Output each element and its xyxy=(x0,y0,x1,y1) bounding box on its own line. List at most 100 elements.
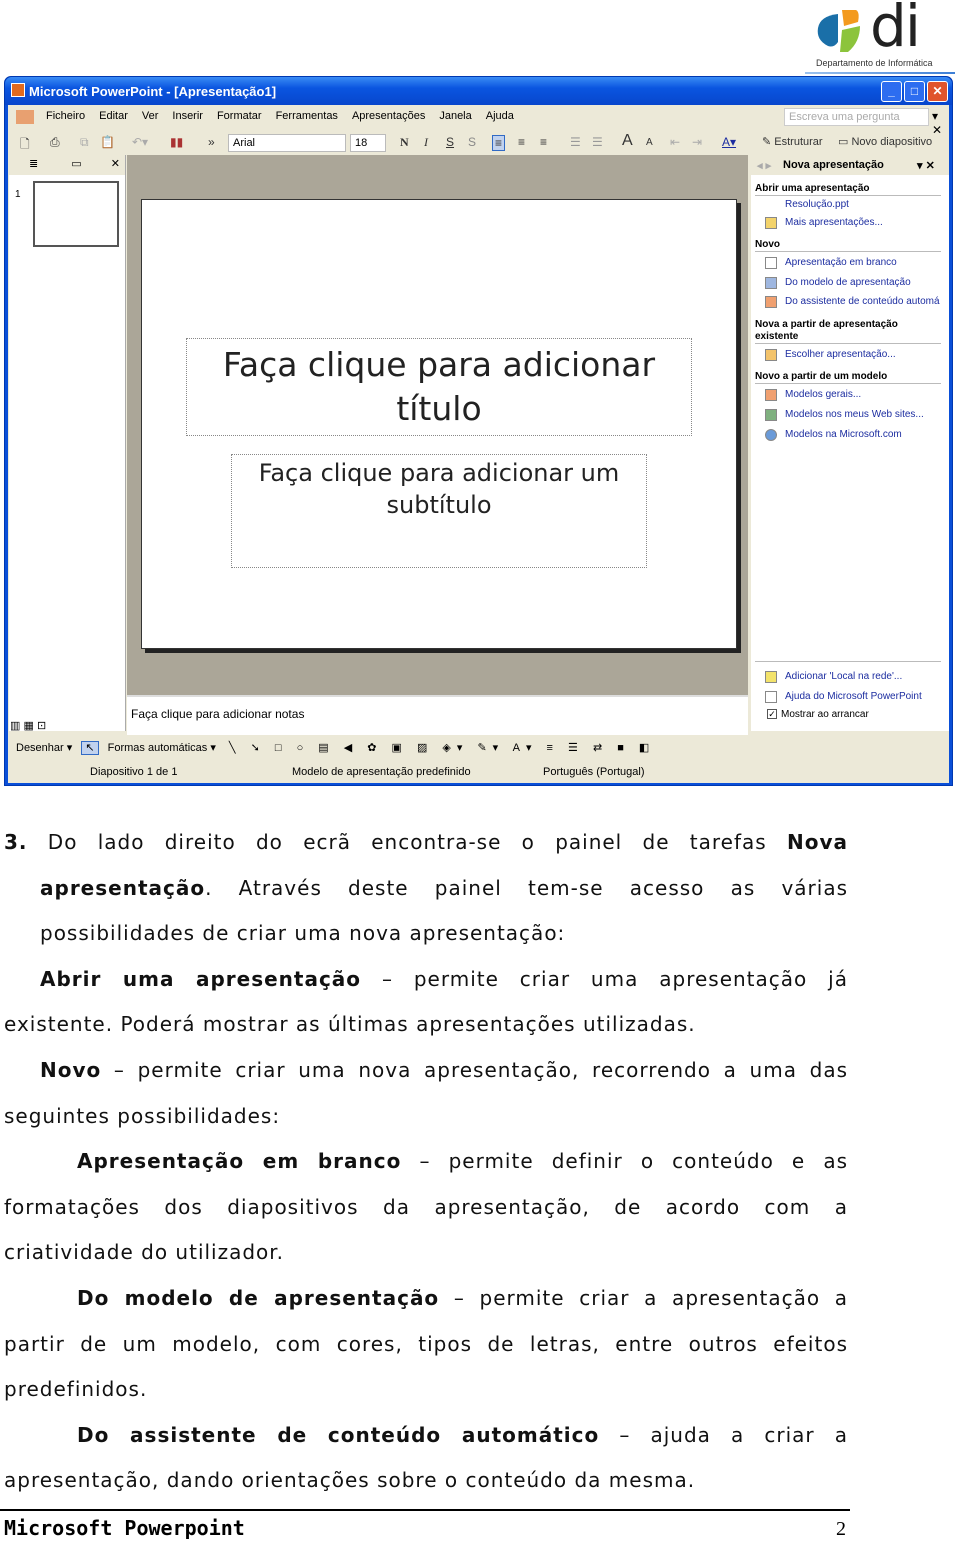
logo-text: di xyxy=(870,0,921,60)
link-blank-presentation[interactable]: Apresentação em branco xyxy=(785,257,897,268)
subtitle-placeholder[interactable]: Faça clique para adicionar um subtítulo xyxy=(231,454,647,568)
print-icon[interactable]: ⎙ xyxy=(50,135,60,150)
divider xyxy=(755,661,941,662)
menu-ferramentas[interactable]: Ferramentas xyxy=(276,110,338,129)
increase-font-icon[interactable]: A xyxy=(622,132,633,150)
footer-title: Microsoft Powerpoint xyxy=(4,1516,245,1540)
more-icon[interactable]: » xyxy=(208,135,215,149)
header-line xyxy=(805,72,955,74)
normal-view-icon[interactable]: ▥ xyxy=(10,720,20,732)
task-pane-title: Nova apresentação xyxy=(783,159,884,171)
drawing-tools-icons[interactable]: ╲ ➘ □ ○ ▤ ◀ ✿ ▣ ▨ ◈▾ ✎▾ A▾ ≡ ☰ ⇄ ■ ◧ xyxy=(229,742,655,754)
minimize-button[interactable]: _ xyxy=(881,81,902,102)
menu-ficheiro[interactable]: Ficheiro xyxy=(46,110,85,129)
chart-icon[interactable]: ▮▮ xyxy=(170,135,183,149)
section-open: Abrir uma apresentação xyxy=(755,183,941,196)
title-placeholder[interactable]: Faça clique para adicionar título xyxy=(186,338,692,436)
slide-canvas: Faça clique para adicionar título Faça c… xyxy=(141,199,737,649)
align-right-icon[interactable]: ≡ xyxy=(540,135,547,149)
align-center-icon[interactable]: ≡ xyxy=(518,135,525,149)
slide-thumbnail[interactable] xyxy=(33,181,119,247)
maximize-button[interactable]: □ xyxy=(904,81,925,102)
sorter-view-icon[interactable]: ▦ xyxy=(23,720,33,732)
font-size-select[interactable]: 18 xyxy=(350,134,386,152)
paragraph-new: Novo – permite criar uma nova apresentaç… xyxy=(4,1048,848,1139)
section-new: Novo xyxy=(755,239,941,252)
pane-tabs: ≣ ▭ ✕ xyxy=(9,155,125,175)
window-body: Ficheiro Editar Ver Inserir Formatar Fer… xyxy=(8,105,949,783)
decrease-indent-icon[interactable]: ⇤ xyxy=(670,135,680,149)
logo-subtitle: Departamento de Informática xyxy=(816,58,933,68)
draw-menu[interactable]: Desenhar ▾ xyxy=(16,742,72,754)
shadow-button[interactable]: S xyxy=(468,135,476,149)
choose-presentation-icon xyxy=(765,349,777,361)
new-icon[interactable]: 🗋 xyxy=(20,135,30,156)
slides-pane: ≣ ▭ ✕ 1 xyxy=(9,155,126,731)
notes-field[interactable]: Faça clique para adicionar notas xyxy=(127,695,748,735)
wizard-icon xyxy=(765,296,777,308)
menu-formatar[interactable]: Formatar xyxy=(217,110,262,129)
bullets-icon[interactable]: ☰ xyxy=(592,135,603,149)
section-from-template: Novo a partir de um modelo xyxy=(755,371,941,384)
close-pane-icon[interactable]: ✕ xyxy=(111,158,120,170)
slides-tab-icon[interactable]: ▭ xyxy=(71,158,81,170)
web-sites-icon xyxy=(765,409,777,421)
document-icon xyxy=(16,110,34,124)
undo-icon[interactable]: ↶▾ xyxy=(132,135,148,149)
font-color-icon[interactable]: A▾ xyxy=(722,135,736,149)
general-templates-icon xyxy=(765,389,777,401)
decrease-font-icon[interactable]: A xyxy=(646,137,653,148)
globe-icon xyxy=(765,429,777,441)
paragraph-template: Do modelo de apresentação – permite cria… xyxy=(4,1276,848,1413)
link-microsoft-templates[interactable]: Modelos na Microsoft.com xyxy=(785,429,902,440)
increase-indent-icon[interactable]: ⇥ xyxy=(692,135,702,149)
back-forward-icon[interactable]: ◂ ▸ xyxy=(757,159,771,172)
menu-editar[interactable]: Editar xyxy=(99,110,128,129)
link-choose-presentation[interactable]: Escolher apresentação... xyxy=(785,349,896,360)
paragraph-3: 3. Do lado direito do ecrã encontra-se o… xyxy=(4,820,848,957)
link-help[interactable]: Ajuda do Microsoft PowerPoint xyxy=(785,691,922,702)
design-button[interactable]: ✎ Estruturar xyxy=(762,135,823,148)
slideshow-view-icon[interactable]: ⊡ xyxy=(37,720,46,732)
startup-label: Mostrar ao arrancar xyxy=(781,709,869,720)
network-place-icon xyxy=(765,671,777,683)
bold-button[interactable]: N xyxy=(400,135,409,150)
task-pane: ◂ ▸ Nova apresentação ▾ ✕ Abrir uma apre… xyxy=(751,155,949,731)
underline-button[interactable]: S xyxy=(446,135,454,149)
bold-term: Abrir uma apresentação xyxy=(40,966,362,991)
startup-checkbox[interactable]: ✓ xyxy=(767,709,777,719)
link-recent-file[interactable]: Resolução.ppt xyxy=(785,199,849,210)
link-add-network-place[interactable]: Adicionar 'Local na rede'... xyxy=(785,671,902,682)
align-left-icon[interactable]: ≡ xyxy=(492,135,506,151)
menu-apresentacoes[interactable]: Apresentações xyxy=(352,110,425,129)
new-slide-button[interactable]: ▭ Novo diapositivo xyxy=(838,135,932,148)
copy-icon[interactable]: ⧉ xyxy=(80,135,89,150)
menu-ver[interactable]: Ver xyxy=(142,110,159,129)
link-autocontent-wizard[interactable]: Do assistente de conteúdo automá xyxy=(785,296,947,307)
font-select[interactable]: Arial xyxy=(228,134,346,152)
paste-icon[interactable]: 📋 xyxy=(100,135,115,149)
new-slide-label: Novo diapositivo xyxy=(851,136,933,148)
close-button[interactable]: ✕ xyxy=(927,81,948,102)
outline-tab-icon[interactable]: ≣ xyxy=(29,158,38,170)
formatting-toolbar: 🗋 ⎙ ⧉ 📋 ↶▾ ▮▮ » Arial 18 N I S S ≡ ≡ ≡ ☰… xyxy=(8,131,949,155)
text: – permite criar uma nova apresentação, r… xyxy=(4,1057,848,1128)
menu-janela[interactable]: Janela xyxy=(439,110,471,129)
numbering-icon[interactable]: ☰ xyxy=(570,135,581,149)
link-more-presentations[interactable]: Mais apresentações... xyxy=(785,217,883,228)
powerpoint-icon xyxy=(11,83,25,97)
bold-term: Apresentação em branco xyxy=(77,1149,402,1174)
link-general-templates[interactable]: Modelos gerais... xyxy=(785,389,861,400)
menu-inserir[interactable]: Inserir xyxy=(172,110,203,129)
autoshapes-menu[interactable]: Formas automáticas ▾ xyxy=(108,742,216,754)
ask-question-input[interactable]: Escreva uma pergunta xyxy=(784,108,929,126)
select-arrow-icon[interactable]: ↖ xyxy=(81,741,99,755)
task-pane-menu-icon[interactable]: ▾ ✕ xyxy=(917,159,935,172)
blank-page-icon xyxy=(765,257,777,269)
link-from-template[interactable]: Do modelo de apresentação xyxy=(785,277,911,288)
italic-button[interactable]: I xyxy=(424,135,428,150)
link-web-templates[interactable]: Modelos nos meus Web sites... xyxy=(785,409,924,420)
status-template: Modelo de apresentação predefinido xyxy=(292,766,471,778)
menu-ajuda[interactable]: Ajuda xyxy=(486,110,514,129)
item-number: 3. xyxy=(4,830,28,854)
